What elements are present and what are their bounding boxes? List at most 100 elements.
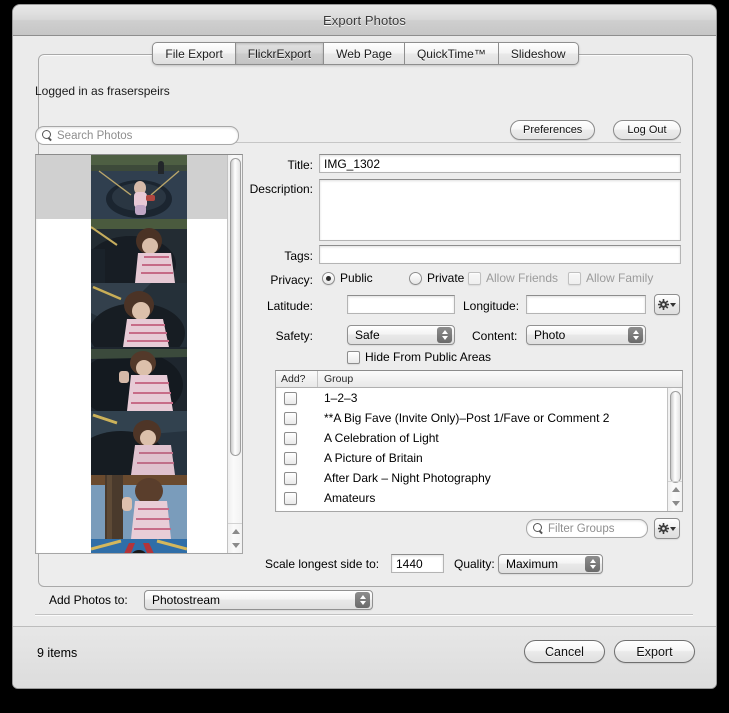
group-checkbox-cell[interactable] — [276, 451, 318, 465]
groups-table-header: Add? Group — [276, 371, 682, 388]
search-icon — [533, 523, 544, 534]
tab-strip: File Export FlickrExport Web Page QuickT… — [39, 42, 692, 65]
table-row[interactable]: After Dark – Night Photography — [276, 468, 667, 488]
radio-public-icon[interactable] — [322, 271, 335, 285]
tab-flickrexport[interactable]: FlickrExport — [235, 42, 325, 65]
checkbox-allow-family-icon[interactable] — [568, 271, 581, 285]
safety-value: Safe — [355, 328, 380, 342]
column-header-group[interactable]: Group — [318, 371, 682, 387]
export-button[interactable]: Export — [614, 640, 695, 663]
group-checkbox-cell[interactable] — [276, 491, 318, 505]
groups-table[interactable]: Add? Group 1–2–3 **A Big Fave (Invite On… — [275, 370, 683, 512]
scroll-up-icon[interactable] — [231, 528, 240, 534]
chevron-down-icon — [670, 526, 676, 531]
title-input-value: IMG_1302 — [324, 156, 381, 171]
logout-button[interactable]: Log Out — [613, 120, 681, 140]
checkbox-hide-public-icon[interactable] — [347, 350, 360, 364]
photo-list-item[interactable] — [36, 219, 242, 283]
longitude-label: Longitude: — [463, 299, 520, 313]
checkbox-group-icon[interactable] — [284, 491, 297, 505]
checkbox-group-icon[interactable] — [284, 471, 297, 485]
hide-from-public-checkbox[interactable]: Hide From Public Areas — [347, 350, 491, 364]
scale-label: Scale longest side to: — [265, 557, 380, 571]
scroll-down-icon[interactable] — [231, 543, 240, 549]
group-name: After Dark – Night Photography — [324, 471, 491, 485]
privacy-public-label: Public — [340, 271, 373, 285]
privacy-private-label: Private — [427, 271, 465, 285]
table-row[interactable]: Amateurs — [276, 488, 667, 508]
scale-input[interactable]: 1440 — [391, 554, 444, 573]
safety-stepper-icon[interactable] — [437, 327, 452, 343]
group-name: A Picture of Britain — [324, 451, 423, 465]
radio-private-icon[interactable] — [409, 271, 422, 285]
description-textarea[interactable] — [319, 179, 681, 241]
table-row[interactable]: *Animal Photography* — [276, 508, 667, 511]
group-checkbox-cell[interactable] — [276, 471, 318, 485]
tags-input[interactable] — [319, 245, 681, 264]
table-row[interactable]: A Picture of Britain — [276, 448, 667, 468]
scroll-up-icon[interactable] — [671, 486, 680, 492]
groups-gear-button[interactable] — [654, 518, 680, 539]
table-row[interactable]: A Celebration of Light — [276, 428, 667, 448]
dialog-bottom-bar: 9 items Cancel Export — [13, 626, 716, 688]
groups-scroll-thumb[interactable] — [670, 391, 681, 483]
groups-scroll-arrows[interactable] — [668, 481, 682, 511]
column-header-add[interactable]: Add? — [276, 371, 318, 387]
groups-scrollbar[interactable] — [667, 388, 682, 511]
content-stepper-icon[interactable] — [628, 327, 643, 343]
photo-list-item[interactable] — [36, 155, 242, 219]
add-photos-to-stepper-icon[interactable] — [355, 592, 370, 608]
filter-groups-placeholder: Filter Groups — [548, 522, 615, 535]
table-row[interactable]: 1–2–3 — [276, 388, 667, 408]
checkbox-group-icon[interactable] — [284, 411, 297, 425]
photo-list[interactable] — [35, 154, 243, 554]
group-checkbox-cell[interactable] — [276, 411, 318, 425]
quality-stepper-icon[interactable] — [585, 556, 600, 572]
add-photos-to-select[interactable]: Photostream — [144, 590, 373, 610]
tab-slideshow[interactable]: Slideshow — [498, 42, 579, 65]
group-checkbox-cell[interactable] — [276, 431, 318, 445]
group-name: A Celebration of Light — [324, 431, 439, 445]
photo-list-item[interactable] — [36, 475, 242, 539]
group-checkbox-cell[interactable] — [276, 391, 318, 405]
photo-thumbnail — [91, 283, 187, 347]
privacy-public-radio[interactable]: Public — [322, 271, 373, 285]
photo-list-scroll-arrows[interactable] — [228, 523, 242, 553]
photo-list-item[interactable] — [36, 539, 242, 553]
tags-label: Tags: — [284, 249, 313, 263]
checkbox-group-icon[interactable] — [284, 451, 297, 465]
quality-value: Maximum — [506, 557, 559, 571]
checkbox-group-icon[interactable] — [284, 391, 297, 405]
scroll-down-icon[interactable] — [671, 501, 680, 507]
allow-friends-checkbox[interactable]: Allow Friends — [468, 271, 558, 285]
photo-list-item[interactable] — [36, 347, 242, 411]
photo-thumbnail — [91, 347, 187, 411]
filter-groups-field[interactable]: Filter Groups — [526, 519, 648, 538]
photo-list-scrollbar[interactable] — [227, 155, 242, 553]
group-name: **A Big Fave (Invite Only)–Post 1/Fave o… — [324, 411, 610, 425]
quality-select[interactable]: Maximum — [498, 554, 603, 574]
longitude-input[interactable] — [526, 295, 646, 314]
cancel-button[interactable]: Cancel — [524, 640, 605, 663]
photo-list-item[interactable] — [36, 411, 242, 475]
allow-family-checkbox[interactable]: Allow Family — [568, 271, 653, 285]
photo-list-item[interactable] — [36, 283, 242, 347]
location-gear-button[interactable] — [654, 294, 680, 315]
search-photos-field[interactable]: Search Photos — [35, 126, 239, 145]
search-icon — [42, 130, 53, 141]
tab-file-export[interactable]: File Export — [152, 42, 236, 65]
window-titlebar: Export Photos — [13, 5, 716, 36]
dialog-body: File Export FlickrExport Web Page QuickT… — [13, 36, 716, 688]
table-row[interactable]: **A Big Fave (Invite Only)–Post 1/Fave o… — [276, 408, 667, 428]
tab-quicktime[interactable]: QuickTime™ — [404, 42, 499, 65]
tab-web-page[interactable]: Web Page — [324, 42, 405, 65]
content-select[interactable]: Photo — [526, 325, 646, 345]
safety-select[interactable]: Safe — [347, 325, 455, 345]
title-input[interactable]: IMG_1302 — [319, 154, 681, 173]
photo-thumbnail — [91, 219, 187, 283]
latitude-input[interactable] — [347, 295, 455, 314]
checkbox-group-icon[interactable] — [284, 431, 297, 445]
checkbox-allow-friends-icon[interactable] — [468, 271, 481, 285]
privacy-private-radio[interactable]: Private — [409, 271, 464, 285]
preferences-button[interactable]: Preferences — [510, 120, 596, 140]
